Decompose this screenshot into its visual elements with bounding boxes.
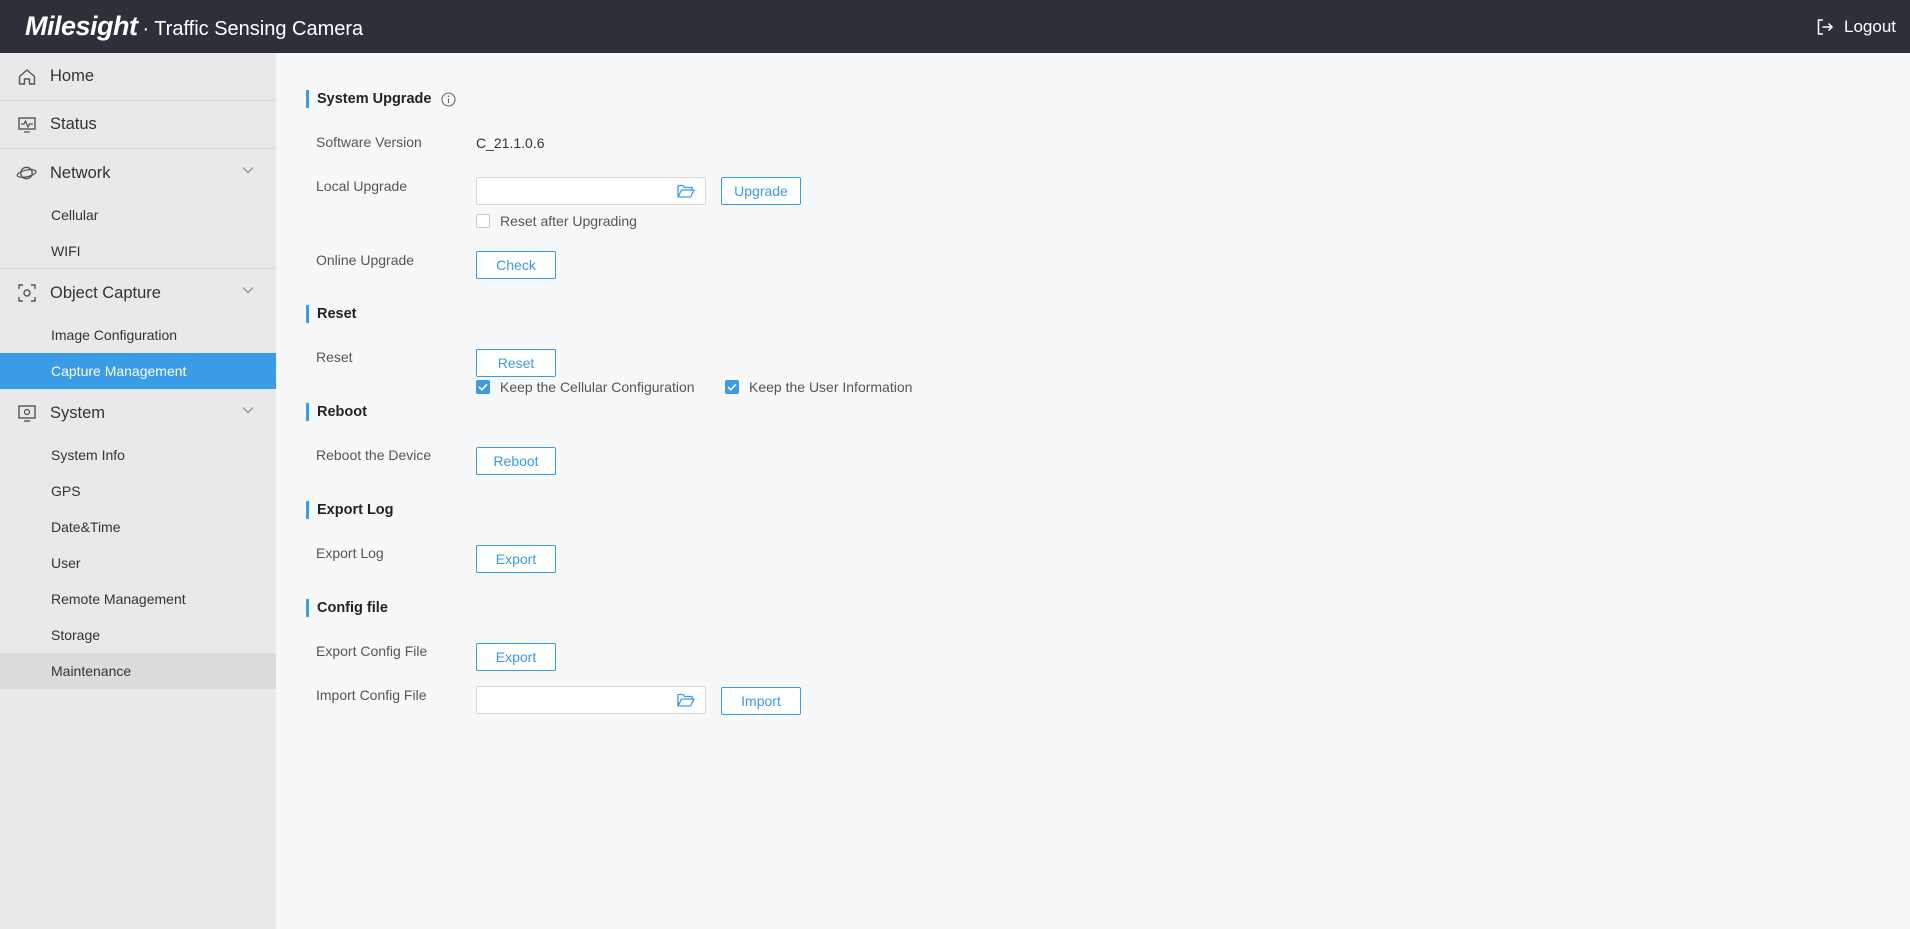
sidebar: Home Status Network Cellular WIFI Object… <box>0 53 276 929</box>
sidebar-item-gps[interactable]: GPS <box>0 473 276 509</box>
section-title-system-upgrade: System Upgrade <box>306 90 456 108</box>
info-icon[interactable] <box>441 91 456 107</box>
check-button[interactable]: Check <box>476 251 556 279</box>
import-button[interactable]: Import <box>721 687 801 715</box>
keep-cellular-option[interactable]: Keep the Cellular Configuration <box>476 379 695 395</box>
monitor-pulse-icon <box>16 114 37 135</box>
online-upgrade-label: Online Upgrade <box>316 252 415 268</box>
reboot-button[interactable]: Reboot <box>476 447 556 475</box>
keep-user-option[interactable]: Keep the User Information <box>725 379 912 395</box>
reboot-label: Reboot the Device <box>316 447 432 463</box>
upgrade-button[interactable]: Upgrade <box>721 177 801 205</box>
sidebar-item-label: Network <box>50 163 111 182</box>
software-version-label: Software Version <box>316 134 422 150</box>
software-version-value: C_21.1.0.6 <box>476 135 545 151</box>
import-config-file-label: Import Config File <box>316 687 427 703</box>
section-title-export-log: Export Log <box>306 501 394 519</box>
sidebar-item-date-time[interactable]: Date&Time <box>0 509 276 545</box>
export-config-button[interactable]: Export <box>476 643 556 671</box>
sidebar-item-maintenance[interactable]: Maintenance <box>0 653 276 689</box>
sidebar-item-label: Object Capture <box>50 283 161 302</box>
keep-cellular-label: Keep the Cellular Configuration <box>500 379 695 395</box>
sidebar-item-storage[interactable]: Storage <box>0 617 276 653</box>
sidebar-item-network[interactable]: Network <box>0 149 276 197</box>
export-log-label: Export Log <box>316 545 384 561</box>
sidebar-item-capture-management[interactable]: Capture Management <box>0 353 276 389</box>
product-title: Traffic Sensing Camera <box>154 18 364 40</box>
main-content: System Upgrade Software Version C_21.1.0… <box>276 53 1910 929</box>
section-title-config-file: Config file <box>306 599 388 617</box>
brand-separator: · <box>142 18 150 40</box>
sidebar-item-label: Status <box>50 115 97 133</box>
logout-button[interactable]: Logout <box>1816 0 1896 53</box>
sidebar-item-image-configuration[interactable]: Image Configuration <box>0 317 276 353</box>
system-settings-icon <box>16 403 37 424</box>
section-title-reset: Reset <box>306 305 357 323</box>
local-upgrade-label: Local Upgrade <box>316 178 408 194</box>
focus-frame-icon <box>16 283 37 304</box>
keep-user-checkbox[interactable] <box>725 380 739 394</box>
section-title-reboot: Reboot <box>306 403 367 421</box>
folder-open-icon[interactable] <box>677 183 695 199</box>
export-log-button[interactable]: Export <box>476 545 556 573</box>
reset-after-upgrading-option[interactable]: Reset after Upgrading <box>476 213 637 229</box>
checkmark-icon <box>478 383 488 391</box>
logout-icon <box>1817 18 1834 35</box>
export-config-file-label: Export Config File <box>316 643 428 659</box>
home-icon <box>16 66 37 87</box>
chevron-down-icon <box>242 167 254 174</box>
milesight-logo: Milesight <box>25 11 138 41</box>
sidebar-item-object-capture[interactable]: Object Capture <box>0 269 276 317</box>
sidebar-item-wifi[interactable]: WIFI <box>0 233 276 269</box>
top-header: Milesight · Traffic Sensing Camera Logou… <box>0 0 1910 53</box>
sidebar-item-status[interactable]: Status <box>0 101 276 149</box>
reset-label: Reset <box>316 349 353 365</box>
sidebar-item-system-info[interactable]: System Info <box>0 437 276 473</box>
reset-button[interactable]: Reset <box>476 349 556 377</box>
sidebar-item-remote-management[interactable]: Remote Management <box>0 581 276 617</box>
reset-after-upgrading-label: Reset after Upgrading <box>500 213 637 229</box>
chevron-down-icon <box>242 407 254 414</box>
folder-open-icon[interactable] <box>677 692 695 708</box>
keep-user-label: Keep the User Information <box>749 379 913 395</box>
sidebar-item-cellular[interactable]: Cellular <box>0 197 276 233</box>
logout-label: Logout <box>1844 16 1896 36</box>
brand: Milesight · Traffic Sensing Camera <box>25 11 363 42</box>
chevron-down-icon <box>242 287 254 294</box>
reset-after-upgrading-checkbox[interactable] <box>476 214 490 228</box>
local-upgrade-file-input[interactable] <box>476 177 706 205</box>
import-config-file-input[interactable] <box>476 686 706 714</box>
checkmark-icon <box>727 383 737 391</box>
keep-cellular-checkbox[interactable] <box>476 380 490 394</box>
sidebar-item-home[interactable]: Home <box>0 53 276 101</box>
sidebar-item-user[interactable]: User <box>0 545 276 581</box>
sidebar-item-system[interactable]: System <box>0 389 276 437</box>
sidebar-item-label: Home <box>50 67 95 85</box>
planet-icon <box>16 163 37 184</box>
section-title-text: System Upgrade <box>317 91 432 107</box>
sidebar-item-label: System <box>50 403 106 422</box>
